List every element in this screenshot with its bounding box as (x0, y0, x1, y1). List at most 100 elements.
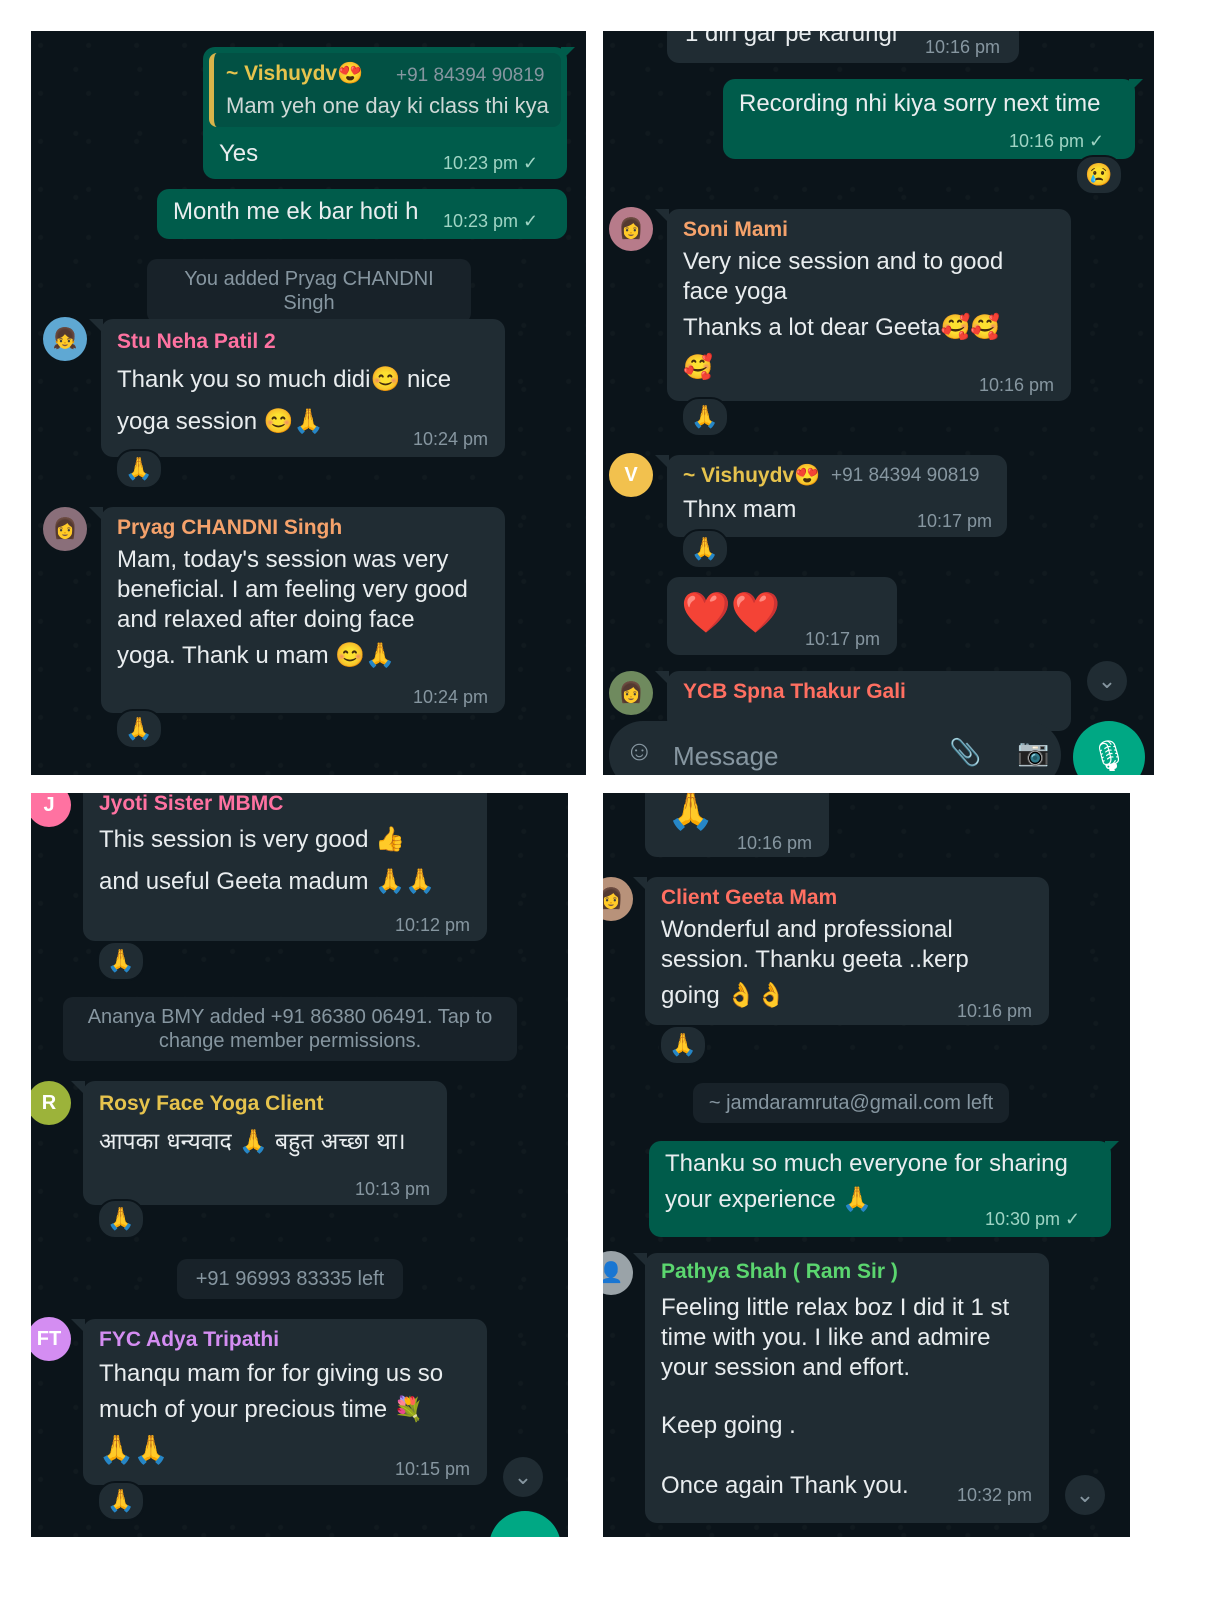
emoji-message: 🙏 (667, 793, 715, 832)
incoming-message-bubble[interactable]: Pryag CHANDNI Singh Mam, today's session… (101, 507, 505, 713)
incoming-message-bubble[interactable]: Stu Neha Patil 2 Thank you so much didi😊… (101, 319, 505, 457)
sender-phone: +91 84394 90819 (831, 465, 980, 486)
bubble-tail (561, 47, 575, 61)
message-time: 10:23 pm ✓ (443, 153, 539, 173)
message-text-line: and useful Geeta madum 🙏🙏 (99, 868, 435, 895)
bubble-tail (633, 877, 647, 891)
attach-icon[interactable]: 📎 (949, 737, 981, 768)
message-text-line: face yoga (683, 278, 788, 305)
sender-name: Pathya Shah ( Ram Sir ) (661, 1260, 898, 1283)
sender-name: Stu Neha Patil 2 (117, 330, 276, 353)
message-text-line: your experience 🙏 (665, 1186, 873, 1213)
message-text: Yes (219, 140, 259, 167)
reaction-badge[interactable]: 🙏 (97, 1481, 145, 1521)
message-time: 10:24 pm (413, 429, 489, 449)
reaction-badge[interactable]: 🙏 (115, 709, 163, 749)
chat-panel-2: 1 din gar pe karungi 10:16 pm Recording … (603, 31, 1154, 775)
scroll-down-button[interactable]: ⌄ (503, 1457, 543, 1497)
message-time: 10:32 pm (957, 1485, 1033, 1505)
reaction-badge[interactable]: 🙏 (115, 449, 163, 489)
message-time: 10:17 pm (917, 511, 993, 531)
message-time: 10:16 pm (925, 37, 1001, 57)
message-time: 10:13 pm (355, 1179, 431, 1199)
avatar[interactable]: FT (31, 1317, 71, 1361)
quoted-text: Mam yeh one day ki class thi kya (226, 93, 549, 118)
quoted-sender-name: ~ Vishuydv😍 (226, 62, 364, 85)
message-text-line: Keep going . (661, 1412, 796, 1439)
scroll-down-button[interactable]: ⌄ (1065, 1475, 1105, 1515)
avatar[interactable]: 👧 (43, 317, 87, 361)
bubble-tail (1105, 1141, 1119, 1155)
avatar[interactable]: 👩 (609, 207, 653, 251)
incoming-message-bubble[interactable]: 🙏 10:16 pm (645, 793, 829, 857)
sender-name: Rosy Face Yoga Client (99, 1092, 324, 1115)
message-text-line: Feeling little relax boz I did it 1 st (661, 1294, 1010, 1321)
message-text: Recording nhi kiya sorry next time (739, 90, 1101, 117)
sender-name: ~ Vishuydv😍 (683, 464, 821, 487)
incoming-message-bubble[interactable]: Rosy Face Yoga Client आपका धन्यवाद 🙏 बहु… (83, 1081, 447, 1205)
bubble-tail (655, 671, 669, 685)
avatar[interactable]: 👤 (603, 1251, 633, 1295)
avatar[interactable]: 👩 (43, 507, 87, 551)
avatar[interactable]: 👩 (609, 671, 653, 715)
message-text-line: much of your precious time 💐 (99, 1396, 424, 1423)
system-notice-line: Ananya BMY added +91 86380 06491. Tap to (87, 1006, 493, 1028)
message-time: 10:16 pm (957, 1001, 1033, 1021)
incoming-message-bubble[interactable]: Client Geeta Mam Wonderful and professio… (645, 877, 1049, 1025)
sender-name: FYC Adya Tripathi (99, 1328, 280, 1351)
camera-icon[interactable]: 📷 (1017, 737, 1049, 768)
sender-name: Jyoti Sister MBMC (99, 793, 284, 815)
message-text-line: Wonderful and professional (661, 916, 953, 943)
message-time: 10:16 pm ✓ (1009, 131, 1105, 151)
reaction-badge[interactable]: 🙏 (681, 529, 729, 569)
avatar[interactable]: 👩 (603, 877, 633, 921)
reply-message-bubble[interactable]: ~ Vishuydv😍 +91 84394 90819 Mam yeh one … (203, 47, 567, 179)
message-time: 10:17 pm (805, 629, 881, 649)
mic-icon: 🎙 (1089, 740, 1129, 773)
sender-name: YCB Spna Thakur Gali (683, 680, 906, 703)
outgoing-message-bubble[interactable]: Month me ek bar hoti h 10:23 pm ✓ (157, 189, 567, 239)
incoming-message-bubble[interactable]: Pathya Shah ( Ram Sir ) Feeling little r… (645, 1253, 1049, 1523)
bubble-tail (71, 1081, 85, 1095)
message-text-line: yoga. Thank u mam 😊🙏 (117, 642, 396, 669)
incoming-message-bubble[interactable]: ~ Vishuydv😍 +91 84394 90819 Thnx mam 10:… (667, 455, 1007, 537)
bubble-tail (89, 507, 103, 521)
reaction-badge[interactable]: 🙏 (681, 397, 729, 437)
message-text-line: Thanku so much everyone for sharing (665, 1150, 1068, 1177)
message-text: आपका धन्यवाद 🙏 बहुत अच्छा था। (99, 1129, 406, 1155)
avatar[interactable]: V (609, 453, 653, 497)
reaction-badge[interactable]: 😢 (1075, 155, 1123, 195)
mic-button[interactable] (489, 1511, 561, 1537)
avatar[interactable]: J (31, 793, 71, 827)
outgoing-message-bubble[interactable]: Thanku so much everyone for sharing your… (649, 1141, 1111, 1237)
message-input[interactable]: Message (673, 741, 779, 772)
outgoing-message-bubble[interactable]: Recording nhi kiya sorry next time 10:16… (723, 79, 1135, 159)
bubble-tail (655, 455, 669, 469)
emoji-icon[interactable]: ☺ (625, 735, 654, 767)
message-text-line: Thanqu mam for for giving us so (99, 1360, 444, 1387)
message-composer[interactable]: ☺ Message 📎 📷 (609, 721, 1061, 775)
reaction-badge[interactable]: 🙏 (659, 1025, 707, 1065)
system-notice: You added Pryag CHANDNI Singh (147, 259, 471, 323)
bubble-tail (71, 1319, 85, 1333)
sender-name: Soni Mami (683, 218, 789, 241)
system-notice-line: change member permissions. (158, 1030, 422, 1052)
avatar[interactable]: R (31, 1081, 71, 1125)
quoted-sender-phone: +91 84394 90819 (396, 65, 545, 86)
reaction-badge[interactable]: 🙏 (97, 941, 145, 981)
quoted-message[interactable]: ~ Vishuydv😍 +91 84394 90819 Mam yeh one … (209, 53, 561, 127)
incoming-message-bubble[interactable]: 1 din gar pe karungi 10:16 pm (667, 31, 1019, 63)
incoming-message-bubble[interactable]: ❤️❤️ 10:17 pm (667, 577, 897, 655)
reaction-badge[interactable]: 🙏 (97, 1199, 145, 1239)
sender-name: Pryag CHANDNI Singh (117, 516, 343, 539)
message-text-line: This session is very good 👍 (99, 826, 405, 853)
incoming-message-bubble[interactable]: Soni Mami Very nice session and to good … (667, 209, 1071, 401)
mic-button[interactable]: 🎙 (1073, 721, 1145, 775)
message-time: 10:16 pm (979, 375, 1055, 395)
scroll-down-button[interactable]: ⌄ (1087, 661, 1127, 701)
message-time: 10:24 pm (413, 687, 489, 707)
incoming-message-bubble[interactable]: FYC Adya Tripathi Thanqu mam for for giv… (83, 1319, 487, 1485)
system-notice: ~ jamdaramruta@gmail.com left (693, 1083, 1009, 1123)
incoming-message-bubble[interactable]: Jyoti Sister MBMC This session is very g… (83, 793, 487, 941)
bubble-tail (89, 319, 103, 333)
